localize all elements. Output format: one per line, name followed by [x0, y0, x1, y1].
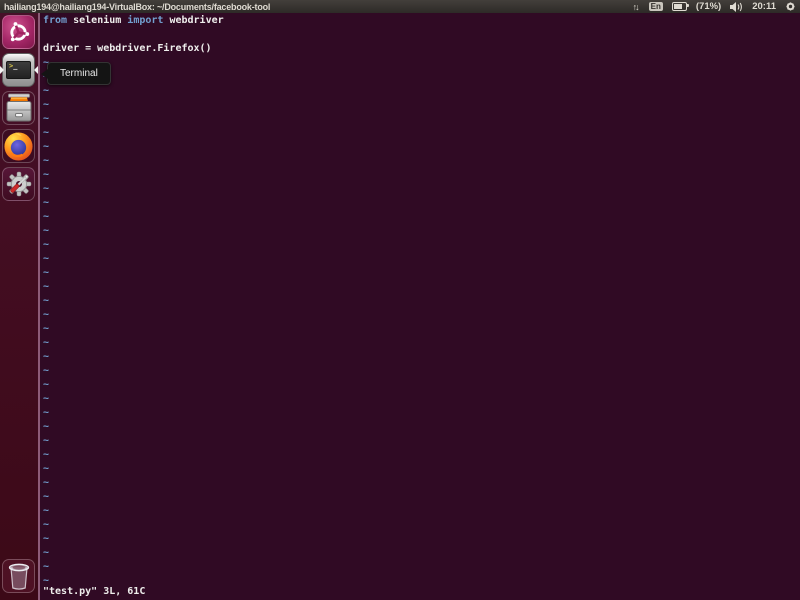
launcher: >_	[0, 13, 38, 600]
gear-tools-icon	[6, 171, 31, 197]
launcher-item-trash[interactable]	[2, 559, 35, 593]
vim-tilde: ~	[43, 267, 50, 278]
code-line-3: driver = webdriver.Firefox()	[43, 43, 212, 54]
code-token: from	[43, 15, 74, 26]
launcher-item-firefox[interactable]	[2, 129, 35, 163]
trash-icon	[8, 563, 29, 590]
vim-tilde: ~	[43, 477, 50, 488]
battery-icon[interactable]	[671, 2, 689, 11]
vim-tilde: ~	[43, 113, 50, 124]
top-panel: hailiang194@hailiang194-VirtualBox: ~/Do…	[0, 0, 800, 13]
vim-tilde: ~	[43, 309, 50, 320]
file-cabinet-icon	[6, 93, 31, 122]
vim-tilde: ~	[43, 323, 50, 334]
vim-tilde: ~	[43, 127, 50, 138]
speaker-icon[interactable]	[730, 1, 743, 12]
launcher-item-settings[interactable]	[2, 167, 35, 201]
tooltip: Terminal	[41, 62, 111, 85]
vim-tilde: ~	[43, 85, 50, 96]
keyboard-layout-indicator[interactable]: En	[648, 2, 663, 11]
vim-tilde: ~	[43, 351, 50, 362]
vim-tilde: ~	[43, 281, 50, 292]
tilde-column: ~~~~~~~~~~~~~~~~~~~~~~~~~~~~~~~~~~~~~~	[43, 56, 800, 588]
session-gear-icon[interactable]	[785, 1, 796, 12]
terminal-icon: >_	[6, 61, 31, 79]
vim-tilde: ~	[43, 155, 50, 166]
window-title: hailiang194@hailiang194-VirtualBox: ~/Do…	[4, 1, 271, 12]
vim-tilde: ~	[43, 463, 50, 474]
firefox-icon	[4, 131, 33, 161]
launcher-item-files[interactable]	[2, 91, 35, 125]
vim-tilde: ~	[43, 197, 50, 208]
vim-tilde: ~	[43, 99, 50, 110]
vim-tilde: ~	[43, 449, 50, 460]
vim-tilde: ~	[43, 337, 50, 348]
vim-tilde: ~	[43, 253, 50, 264]
vim-tilde: ~	[43, 70, 800, 84]
vim-status-line: "test.py" 3L, 61C	[43, 586, 146, 597]
code-token: import	[127, 15, 170, 26]
clock[interactable]: 20:11	[752, 1, 776, 12]
ubuntu-logo-icon	[10, 21, 30, 41]
vim-tilde: ~	[43, 505, 50, 516]
running-indicator-arrow	[0, 66, 4, 74]
vim-tilde: ~	[43, 211, 50, 222]
code-token: selenium	[73, 15, 128, 26]
vim-tilde: ~	[43, 239, 50, 250]
vim-tilde: ~	[43, 519, 50, 530]
vim-tilde: ~	[43, 533, 50, 544]
vim-tilde: ~	[43, 421, 50, 432]
terminal-window[interactable]: from selenium import webdriver driver = …	[38, 13, 800, 600]
desktop: hailiang194@hailiang194-VirtualBox: ~/Do…	[0, 0, 800, 600]
vim-tilde: ~	[43, 57, 50, 68]
vim-tilde: ~	[43, 295, 50, 306]
launcher-item-terminal[interactable]: >_	[2, 53, 35, 87]
code-token: webdriver	[169, 15, 224, 26]
tooltip-label: Terminal	[60, 68, 98, 79]
vim-tilde: ~	[43, 169, 50, 180]
code-area: from selenium import webdriver driver = …	[40, 13, 800, 588]
vim-tilde: ~	[43, 575, 50, 586]
updown-arrows-icon[interactable]: ↑↓	[633, 2, 640, 12]
launcher-item-ubuntu-dash[interactable]	[2, 15, 35, 49]
vim-tilde: ~	[43, 435, 50, 446]
vim-tilde: ~	[43, 379, 50, 390]
vim-tilde: ~	[43, 225, 50, 236]
vim-tilde: ~	[43, 365, 50, 376]
battery-percentage: (71%)	[695, 1, 722, 12]
vim-tilde: ~	[43, 407, 50, 418]
vim-tilde: ~	[43, 561, 50, 572]
vim-tilde: ~	[43, 141, 50, 152]
code-line-1: from selenium import webdriver	[43, 14, 800, 28]
vim-tilde: ~	[43, 183, 50, 194]
indicator-area: ↑↓ En (71%) 20:11	[633, 0, 796, 13]
vim-tilde: ~	[43, 393, 50, 404]
vim-tilde: ~	[43, 491, 50, 502]
vim-tilde: ~	[43, 547, 50, 558]
